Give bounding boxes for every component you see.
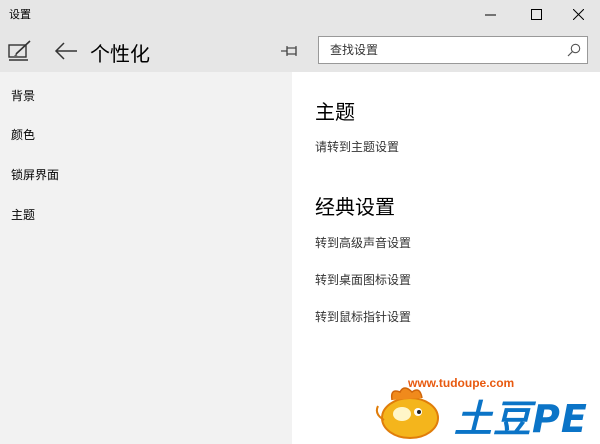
potato-mascot-logo	[375, 387, 439, 439]
page-title: 个性化	[90, 42, 150, 66]
close-button[interactable]	[556, 0, 600, 28]
back-button[interactable]	[52, 38, 80, 64]
title-bar: 设置	[0, 0, 600, 28]
pin-icon	[281, 46, 297, 56]
pin-button[interactable]	[280, 42, 300, 60]
sidebar-item-themes[interactable]: 主题	[11, 206, 35, 223]
sidebar-item-colors[interactable]: 颜色	[11, 126, 35, 143]
search-box[interactable]	[318, 36, 588, 64]
sidebar-item-background[interactable]: 背景	[11, 87, 35, 104]
watermark: www.tudoupe.com 土豆PE	[370, 376, 598, 442]
sidebar-nav: 背景 颜色 锁屏界面 主题	[0, 72, 292, 444]
desktop-icon-settings-link[interactable]: 转到桌面图标设置	[315, 271, 411, 288]
settings-header: 个性化	[0, 28, 600, 72]
search-input[interactable]	[319, 37, 570, 63]
section-title-themes: 主题	[315, 100, 355, 124]
window-title: 设置	[9, 8, 31, 21]
maximize-button[interactable]	[514, 0, 558, 28]
close-icon	[572, 8, 584, 20]
watermark-brand: 土豆PE	[454, 397, 588, 441]
theme-settings-link[interactable]: 请转到主题设置	[315, 138, 399, 155]
advanced-sound-settings-link[interactable]: 转到高级声音设置	[315, 234, 411, 251]
personalization-icon	[8, 40, 31, 61]
section-title-classic-settings: 经典设置	[315, 195, 395, 219]
minimize-icon	[484, 14, 496, 15]
search-icon[interactable]	[567, 43, 581, 57]
back-arrow-icon	[54, 42, 77, 60]
mouse-pointer-settings-link[interactable]: 转到鼠标指针设置	[315, 308, 411, 325]
minimize-button[interactable]	[468, 0, 512, 28]
maximize-icon	[530, 8, 542, 20]
sidebar-item-lock-screen[interactable]: 锁屏界面	[11, 166, 59, 183]
